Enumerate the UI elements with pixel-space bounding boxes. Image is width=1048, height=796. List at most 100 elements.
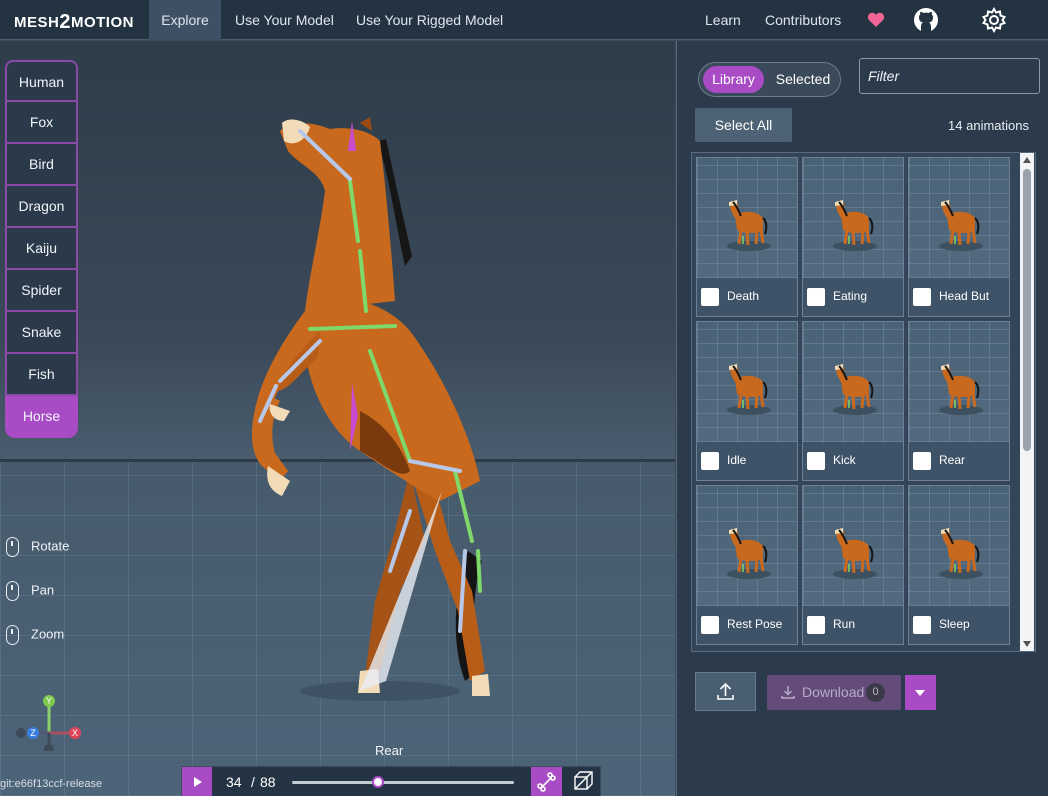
animation-label: Kick — [833, 453, 856, 467]
mouse-left-icon — [6, 537, 19, 557]
animation-checkbox[interactable] — [807, 452, 825, 470]
mouse-help-label: Zoom — [31, 626, 65, 642]
toggle-library[interactable]: Library — [703, 66, 764, 93]
wireframe-cube-icon — [574, 771, 593, 790]
upload-icon — [717, 682, 734, 700]
logo-text-2: 2 — [59, 11, 71, 33]
mouse-wheel-icon — [6, 625, 19, 645]
filter-input[interactable] — [859, 58, 1040, 94]
gizmo-y-label: Y — [46, 696, 52, 706]
gizmo-z-label: Z — [30, 728, 36, 738]
animation-checkbox[interactable] — [807, 288, 825, 306]
select-all-button[interactable]: Select All — [695, 108, 792, 142]
settings-gear-icon[interactable] — [981, 7, 1007, 33]
grid-scrollbar[interactable] — [1020, 153, 1034, 651]
playback-bar: 34 / 88 — [181, 766, 601, 796]
3d-viewport[interactable]: Human Fox Bird Dragon Kaiju Spider Snake… — [0, 41, 675, 796]
animation-card[interactable]: Head But — [908, 157, 1010, 317]
skeleton-human[interactable]: Human — [5, 60, 78, 102]
horse-thumbnail-icon — [939, 200, 983, 251]
animation-thumbnail[interactable] — [909, 486, 1009, 606]
horse-thumbnail-icon — [727, 528, 771, 579]
animation-card[interactable]: Death — [696, 157, 798, 317]
nav-use-your-model[interactable]: Use Your Model — [222, 0, 347, 40]
top-navbar: MESH2MOTION Explore Use Your Model Use Y… — [0, 0, 1048, 40]
horse-model — [252, 117, 490, 701]
git-version-label: git:e66f13ccf-release — [0, 778, 103, 790]
heart-icon[interactable] — [866, 10, 886, 30]
animation-checkbox[interactable] — [701, 452, 719, 470]
animation-label: Idle — [727, 453, 747, 467]
animation-thumbnail[interactable] — [803, 322, 903, 442]
animation-card[interactable]: Kick — [802, 321, 904, 481]
download-icon — [781, 686, 795, 699]
animation-label: Sleep — [939, 617, 970, 631]
horse-thumbnail-icon — [727, 200, 771, 251]
animation-thumbnail[interactable] — [697, 158, 797, 278]
animation-label: Rest Pose — [727, 617, 783, 631]
nav-learn[interactable]: Learn — [692, 0, 754, 40]
frame-separator: / — [251, 774, 255, 790]
animation-thumbnail[interactable] — [697, 486, 797, 606]
skeleton-horse[interactable]: Horse — [5, 396, 78, 438]
upload-button[interactable] — [695, 672, 756, 711]
mouse-help-rotate: Rotate — [6, 537, 69, 557]
horse-thumbnail-icon — [939, 364, 983, 415]
play-button[interactable] — [182, 767, 212, 796]
animation-card[interactable]: Run — [802, 485, 904, 645]
animation-card[interactable]: Rest Pose — [696, 485, 798, 645]
nav-contributors[interactable]: Contributors — [752, 0, 854, 40]
total-frames: 88 — [260, 774, 276, 790]
toggle-selected[interactable]: Selected — [771, 66, 835, 93]
animation-thumbnail[interactable] — [803, 158, 903, 278]
download-count-badge: 0 — [866, 683, 885, 702]
timeline-slider-handle[interactable] — [371, 776, 384, 788]
animation-card[interactable]: Rear — [908, 321, 1010, 481]
horse-thumbnail-icon — [939, 528, 983, 579]
github-icon[interactable] — [913, 7, 939, 33]
animation-label: Run — [833, 617, 856, 631]
skeleton-kaiju[interactable]: Kaiju — [5, 228, 78, 270]
logo-text-mesh: MESH — [14, 14, 60, 31]
nav-explore[interactable]: Explore — [149, 0, 221, 40]
current-animation-label: Rear — [375, 743, 404, 758]
app-logo[interactable]: MESH2MOTION — [14, 10, 134, 33]
animation-label: Death — [727, 289, 760, 303]
animation-thumbnail[interactable] — [803, 486, 903, 606]
bone-icon — [537, 772, 556, 792]
skeleton-bird[interactable]: Bird — [5, 144, 78, 186]
animation-card[interactable]: Eating — [802, 157, 904, 317]
download-options-dropdown[interactable] — [905, 675, 936, 710]
skeleton-spider[interactable]: Spider — [5, 270, 78, 312]
skeleton-fox[interactable]: Fox — [5, 102, 78, 144]
animation-label: Head But — [939, 289, 990, 303]
library-selected-toggle: Library Selected — [698, 62, 841, 97]
animation-checkbox[interactable] — [807, 616, 825, 634]
skeleton-snake[interactable]: Snake — [5, 312, 78, 354]
skeleton-fish[interactable]: Fish — [5, 354, 78, 396]
animation-checkbox[interactable] — [701, 288, 719, 306]
animation-card[interactable]: Sleep — [908, 485, 1010, 645]
animation-checkbox[interactable] — [913, 616, 931, 634]
animation-thumbnail[interactable] — [909, 322, 1009, 442]
animation-checkbox[interactable] — [701, 616, 719, 634]
animation-label: Rear — [939, 453, 966, 467]
animation-card[interactable]: Idle — [696, 321, 798, 481]
mouse-help-pan: Pan — [6, 581, 54, 601]
toggle-wireframe-button[interactable] — [565, 767, 600, 796]
scroll-down-icon[interactable] — [1023, 641, 1031, 647]
skeleton-dragon[interactable]: Dragon — [5, 186, 78, 228]
nav-use-your-rigged-model[interactable]: Use Your Rigged Model — [343, 0, 516, 40]
animation-thumbnail[interactable] — [909, 158, 1009, 278]
toggle-bones-button[interactable] — [531, 767, 562, 796]
horse-thumbnail-icon — [727, 364, 771, 415]
timeline-slider[interactable] — [292, 776, 514, 788]
animation-checkbox[interactable] — [913, 452, 931, 470]
download-button[interactable]: Download 0 — [767, 675, 901, 710]
scroll-thumb[interactable] — [1023, 169, 1031, 451]
animation-checkbox[interactable] — [913, 288, 931, 306]
mouse-help-zoom: Zoom — [6, 625, 64, 645]
scroll-up-icon[interactable] — [1023, 157, 1031, 163]
horse-thumbnail-icon — [833, 528, 877, 579]
animation-thumbnail[interactable] — [697, 322, 797, 442]
